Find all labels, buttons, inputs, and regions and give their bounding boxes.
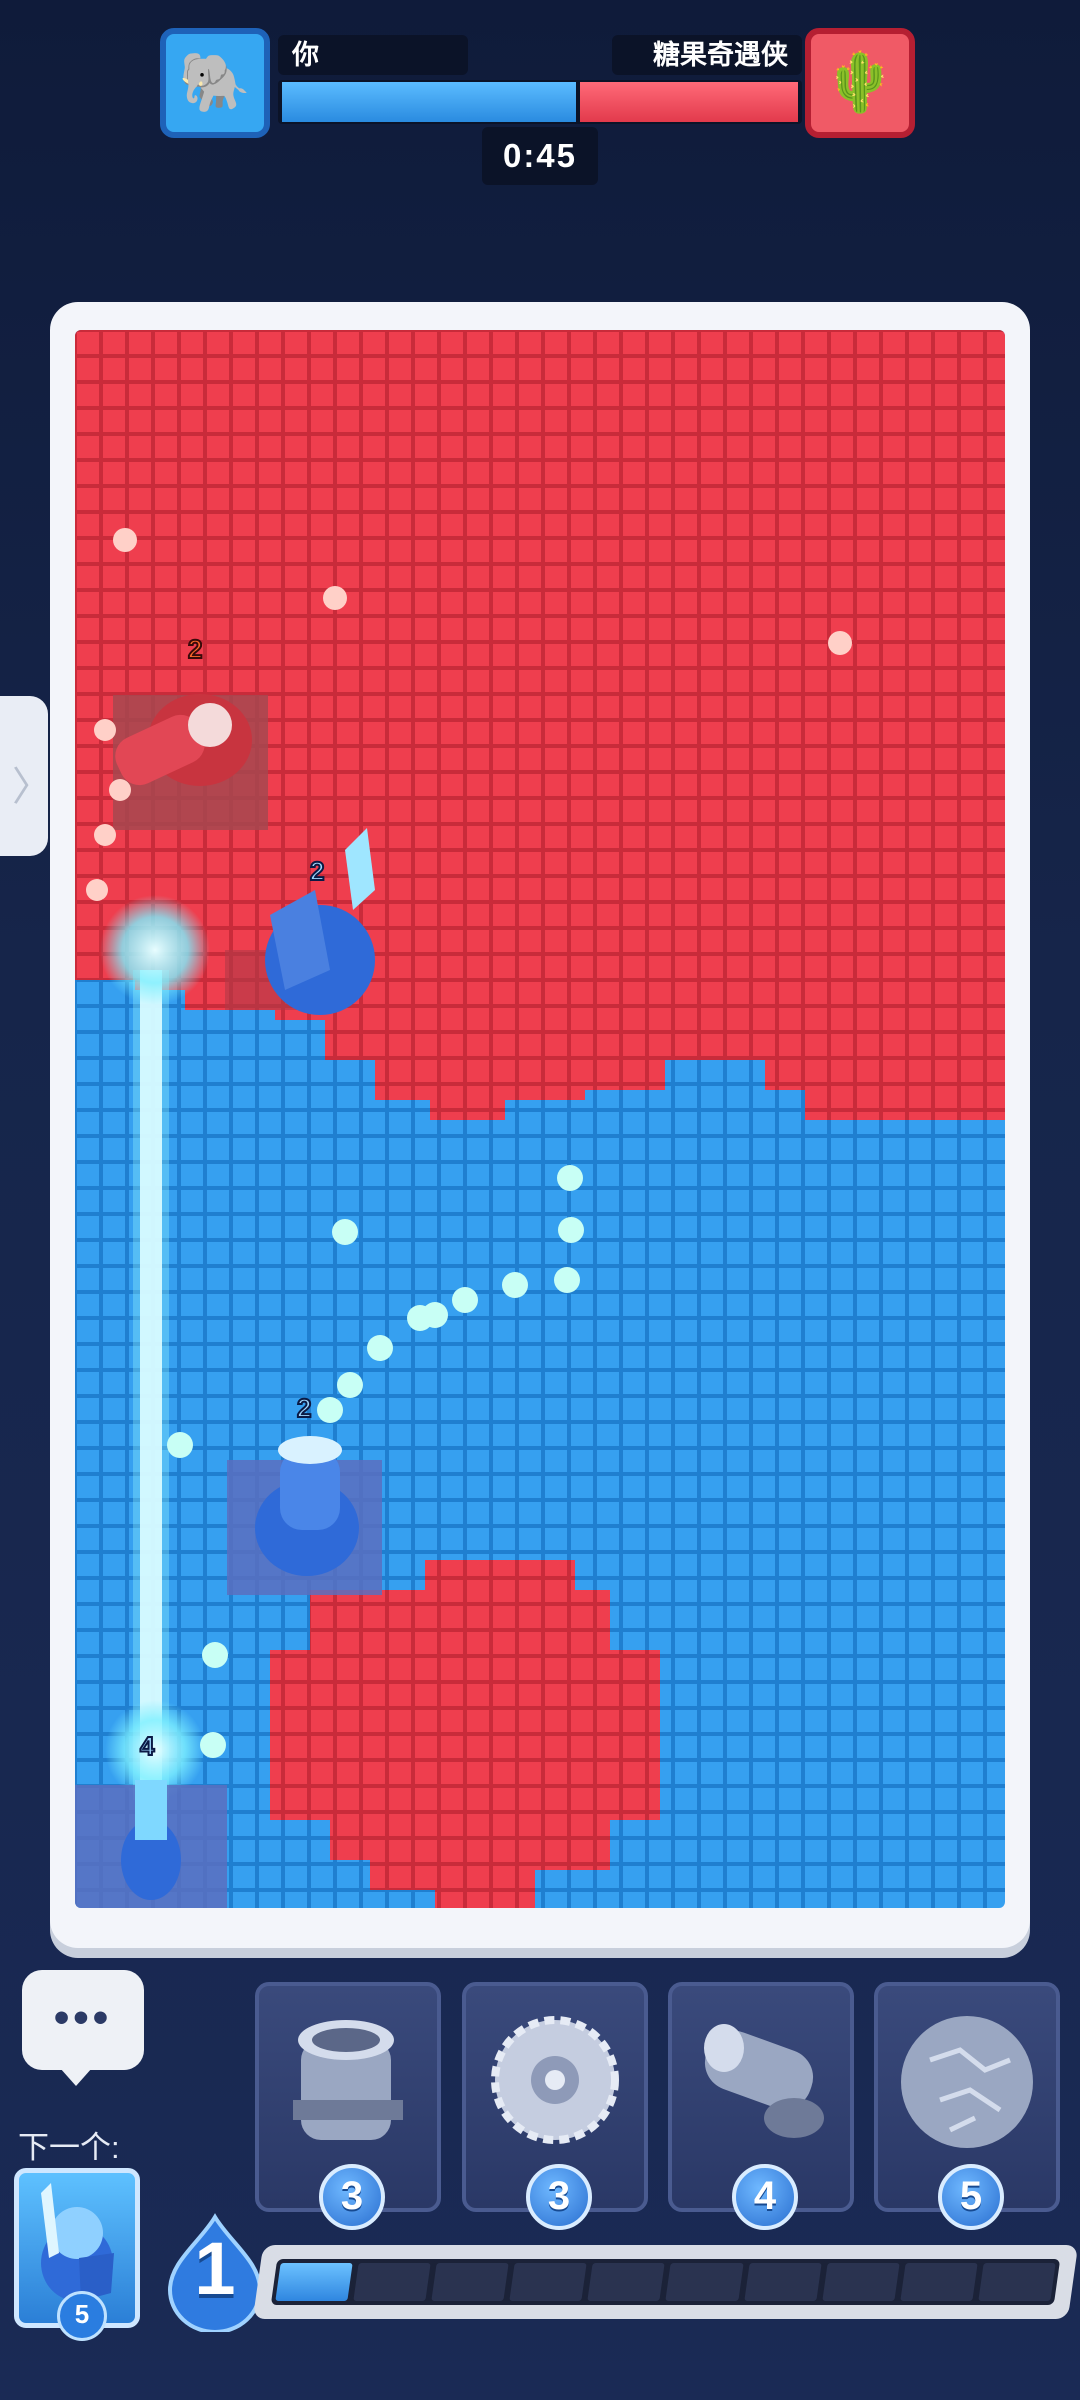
player-avatar: 🐘 — [160, 28, 270, 138]
player-territory-fill — [282, 82, 576, 122]
board-grid[interactable]: 2 2 2 4 — [75, 330, 1005, 1908]
mortar-icon — [293, 2020, 403, 2140]
boulder-icon — [901, 2016, 1033, 2148]
opponent-avatar: 🌵 — [805, 28, 915, 138]
card-saw-blade[interactable]: 3 — [462, 1982, 648, 2230]
elixir-segments — [270, 2259, 1061, 2305]
opponent-territory-fill — [580, 82, 798, 122]
opponent-name: 糖果奇遇侠 — [612, 35, 802, 75]
elixir-segment — [821, 2263, 900, 2301]
card-mortar[interactable]: 3 — [255, 1982, 441, 2230]
elixir-segment — [353, 2263, 431, 2301]
next-card-cost: 5 — [57, 2291, 107, 2341]
elixir-bar — [252, 2245, 1079, 2319]
elixir-segment — [509, 2263, 588, 2301]
chat-button[interactable]: ••• — [22, 1970, 144, 2086]
next-card-label: 下一个: — [18, 2130, 120, 2165]
card-cannon[interactable]: 4 — [668, 1982, 854, 2230]
elixir-segment — [978, 2263, 1056, 2301]
elixir-segment — [743, 2263, 822, 2301]
saw-blade-icon — [491, 2016, 619, 2144]
elixir-count: 1 — [194, 2227, 236, 2310]
laser-impact — [100, 895, 210, 1005]
red-cannon-level: 2 — [188, 634, 202, 664]
elixir-segment — [587, 2263, 666, 2301]
elixir-segment — [900, 2263, 978, 2301]
blue-knight-level: 2 — [310, 856, 324, 886]
player-character-icon: 🐘 — [178, 50, 252, 115]
elixir-segment — [275, 2263, 353, 2301]
card-boulder-cost: 5 — [938, 2164, 1004, 2230]
card-boulder[interactable]: 5 — [874, 1982, 1060, 2230]
card-saw-blade-cost: 3 — [526, 2164, 592, 2230]
opponent-character-icon: 🌵 — [823, 50, 897, 115]
elixir-segment — [665, 2263, 744, 2301]
chevron-right-icon: 〉 — [12, 765, 52, 809]
card-mortar-cost: 3 — [319, 2164, 385, 2230]
match-timer: 0:45 — [482, 127, 598, 185]
card-cannon-cost: 4 — [732, 2164, 798, 2230]
player-name: 你 — [278, 35, 468, 75]
chat-bubble-icon: ••• — [53, 1993, 113, 2042]
game-board[interactable]: 2 2 2 4 — [75, 330, 1005, 1908]
side-panel-tab[interactable]: 〉 — [0, 696, 52, 856]
elixir-segment — [431, 2263, 509, 2301]
blue-laser-level: 4 — [140, 1731, 155, 1761]
cannon-icon — [704, 2024, 824, 2138]
blue-cannon-level: 2 — [297, 1393, 311, 1423]
next-card-preview: 5 — [14, 2168, 140, 2341]
